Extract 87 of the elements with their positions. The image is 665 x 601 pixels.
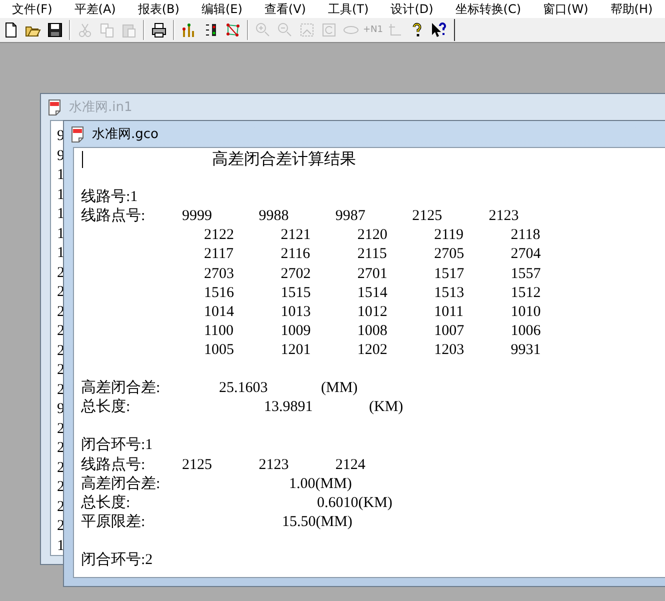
field-label: 总长度: bbox=[81, 398, 130, 418]
point-number: 2117 bbox=[204, 245, 234, 264]
point-number: 2115 bbox=[357, 245, 388, 264]
point-number: 1514 bbox=[357, 284, 388, 303]
field-label: 线路点号: bbox=[81, 456, 146, 474]
point-number: 1009 bbox=[280, 322, 312, 341]
report-title: 高差闭合差计算结果 bbox=[212, 150, 356, 170]
window-title-bar[interactable]: 水准网.gco bbox=[64, 121, 665, 147]
point-number: 2701 bbox=[357, 264, 388, 284]
point-number: 1513 bbox=[434, 284, 466, 303]
text-line: 1 bbox=[57, 167, 64, 183]
menu-item[interactable]: 平差(A) bbox=[74, 0, 126, 18]
point-number: 2123 bbox=[258, 456, 290, 474]
menu-item[interactable]: 帮助(H) bbox=[610, 0, 663, 18]
section-heading: 闭合环号:2 bbox=[81, 550, 153, 570]
menu-item[interactable]: 文件(F) bbox=[12, 0, 62, 18]
point-number: 1012 bbox=[357, 302, 388, 322]
network-icon[interactable] bbox=[225, 22, 241, 38]
point-number: 1201 bbox=[280, 340, 312, 360]
new-file-icon[interactable] bbox=[3, 22, 19, 38]
point-number: 1005 bbox=[204, 340, 235, 360]
text-line: 1 bbox=[57, 226, 64, 242]
text-line: 1 bbox=[57, 245, 64, 261]
point-number: 2123 bbox=[488, 207, 520, 226]
menu-item[interactable]: 设计(D) bbox=[390, 0, 444, 18]
numbered-rod-icon[interactable] bbox=[203, 22, 219, 38]
point-number: 1203 bbox=[434, 340, 466, 360]
menu-item[interactable]: 坐标转换(C) bbox=[455, 0, 532, 18]
window-title: 水准网.gco bbox=[92, 126, 158, 143]
point-number: 1007 bbox=[434, 322, 466, 341]
point-number: 1517 bbox=[434, 264, 466, 284]
point-number: 2705 bbox=[434, 245, 466, 264]
point-number: 2118 bbox=[510, 226, 542, 246]
point-number: 9999 bbox=[182, 207, 213, 226]
pointer-question-icon[interactable] bbox=[431, 22, 447, 38]
point-number: 2121 bbox=[280, 226, 312, 246]
menu-item[interactable]: 查看(V) bbox=[264, 0, 316, 18]
field-label: 高差闭合差: bbox=[81, 474, 160, 494]
menu-item[interactable]: 报表(B) bbox=[138, 0, 190, 18]
point-number: 2122 bbox=[204, 226, 235, 246]
menu-item[interactable]: 编辑(E) bbox=[201, 0, 252, 18]
point-number: 2125 bbox=[182, 456, 213, 474]
point-number: 2702 bbox=[280, 264, 312, 284]
point-number: 2120 bbox=[357, 226, 388, 246]
point-number: 1516 bbox=[204, 284, 235, 303]
text-line: 1 bbox=[57, 538, 64, 554]
unit-label: (KM) bbox=[369, 398, 404, 418]
menu-item[interactable]: 工具(T) bbox=[328, 0, 379, 18]
field-value: 25.1603 bbox=[219, 379, 268, 398]
point-number: 2703 bbox=[204, 264, 235, 284]
point-number: 9988 bbox=[258, 207, 290, 226]
section-heading: 线路号:1 bbox=[81, 188, 138, 208]
point-number: 9931 bbox=[510, 340, 542, 360]
field-label: 高差闭合差: bbox=[81, 379, 160, 398]
point-number: 2704 bbox=[510, 245, 542, 264]
field-label: 线路点号: bbox=[81, 207, 146, 226]
field-value: 0.6010(KM) bbox=[317, 494, 392, 513]
menu-item[interactable]: 窗口(W) bbox=[543, 0, 598, 18]
printer-icon[interactable] bbox=[151, 22, 167, 38]
point-number: 2125 bbox=[412, 207, 444, 226]
point-number: 1515 bbox=[280, 284, 312, 303]
point-number: 1011 bbox=[434, 302, 465, 322]
point-number: 1557 bbox=[510, 264, 542, 284]
text-line: 1 bbox=[57, 206, 64, 222]
section-heading: 闭合环号:1 bbox=[81, 436, 153, 456]
field-value: 15.50(MM) bbox=[282, 512, 352, 532]
point-number: 2124 bbox=[335, 456, 366, 474]
point-number: 1202 bbox=[357, 340, 388, 360]
point-number: 1014 bbox=[204, 302, 235, 322]
field-value: 13.9891 bbox=[264, 398, 313, 418]
point-number: 1100 bbox=[204, 322, 234, 341]
level-rods-icon[interactable] bbox=[181, 22, 197, 38]
text-cursor bbox=[82, 151, 83, 168]
field-label: 总长度: bbox=[81, 494, 130, 513]
point-number: 2119 bbox=[434, 226, 465, 246]
point-number: 1008 bbox=[357, 322, 388, 341]
point-number: 9987 bbox=[335, 207, 366, 226]
window-title: 水准网.in1 bbox=[69, 99, 132, 116]
point-number: 1013 bbox=[280, 302, 312, 322]
text-line: 1 bbox=[57, 186, 64, 202]
unit-label: (MM) bbox=[321, 379, 358, 398]
field-value: 1.00(MM) bbox=[289, 474, 352, 494]
point-number: 1512 bbox=[510, 284, 542, 303]
field-label: 平原限差: bbox=[81, 512, 146, 532]
point-number: 1006 bbox=[510, 322, 542, 341]
point-number: 2116 bbox=[280, 245, 312, 264]
point-number: 1010 bbox=[510, 302, 542, 322]
